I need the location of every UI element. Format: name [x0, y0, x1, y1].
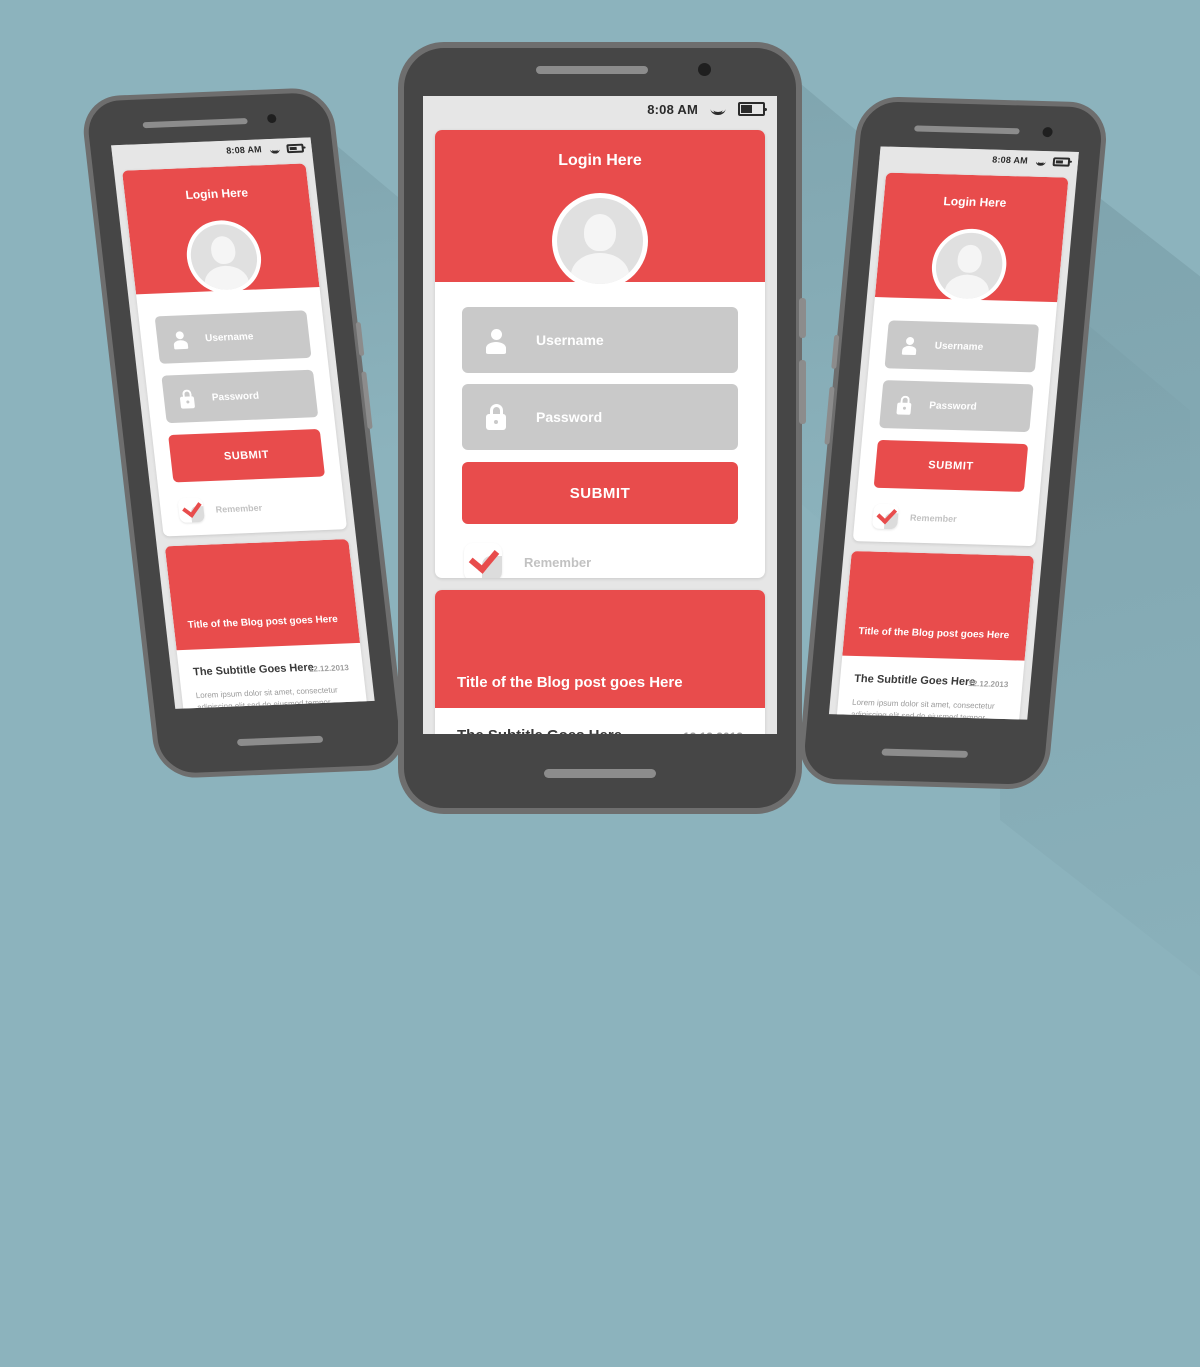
right-submit-button[interactable]: SUBMIT [873, 439, 1029, 492]
center-power-button[interactable] [799, 298, 806, 338]
left-blog-subtitle: The Subtitle Goes Here [192, 661, 315, 679]
right-password-field[interactable]: Password [879, 380, 1034, 433]
right-remember-checkbox[interactable] [871, 503, 900, 530]
left-submit-button[interactable]: SUBMIT [168, 428, 326, 483]
mockup-stage: 8:08 AM Login Here Username Password SUB… [0, 0, 1200, 1367]
center-earpiece-icon [536, 66, 648, 74]
submit-button[interactable]: SUBMIT [462, 462, 738, 524]
right-remember-row[interactable]: Remember [871, 503, 958, 531]
center-login-card: Login Here Username Password SUBMIT Reme… [435, 130, 765, 578]
left-submit-label: SUBMIT [223, 448, 270, 463]
avatar [557, 198, 643, 284]
right-blog-subtitle: The Subtitle Goes Here [853, 672, 976, 689]
lock-icon [896, 395, 912, 415]
left-username-field[interactable]: Username [154, 310, 312, 364]
right-status-bar: 8:08 AM [878, 146, 1079, 172]
wifi-icon [268, 144, 280, 154]
left-login-card: Login Here Username Password SUBMIT Reme… [121, 163, 348, 537]
submit-button-label: SUBMIT [569, 484, 631, 502]
right-password-placeholder: Password [928, 399, 978, 413]
remember-row[interactable]: Remember [464, 543, 591, 578]
battery-icon [286, 143, 305, 153]
center-status-time: 8:08 AM [647, 101, 698, 117]
blog-post-subtitle: The Subtitle Goes Here [457, 727, 622, 734]
center-volume-button[interactable] [799, 360, 806, 424]
right-submit-label: SUBMIT [927, 459, 975, 473]
left-password-field[interactable]: Password [161, 369, 319, 424]
left-phone-mockup: 8:08 AM Login Here Username Password SUB… [79, 86, 409, 780]
person-icon [901, 336, 918, 356]
battery-icon [738, 102, 767, 116]
center-phone-mockup: 8:08 AM Login Here Username Password SUB… [398, 42, 806, 814]
right-remember-label: Remember [909, 512, 958, 524]
blog-post-card[interactable]: Title of the Blog post goes Here The Sub… [435, 590, 765, 734]
center-camera-icon [698, 63, 711, 76]
password-field[interactable]: Password [462, 384, 738, 450]
left-blog-card-header [164, 539, 361, 651]
right-status-time: 8:08 AM [991, 154, 1029, 166]
left-remember-checkbox[interactable] [177, 497, 206, 523]
blog-post-title: Title of the Blog post goes Here [457, 674, 683, 691]
right-blog-card-header [842, 550, 1035, 661]
right-username-field[interactable]: Username [884, 320, 1040, 373]
lock-icon [179, 388, 196, 409]
right-blog-card[interactable]: Title of the Blog post goes Here The Sub… [833, 550, 1035, 720]
battery-icon [1052, 156, 1071, 167]
right-phone-mockup: 8:08 AM Login Here Username Password SUB… [796, 95, 1110, 791]
remember-checkbox[interactable] [464, 543, 502, 578]
wifi-icon [710, 103, 726, 116]
left-remember-row[interactable]: Remember [177, 495, 263, 523]
username-placeholder: Username [536, 332, 604, 348]
right-login-card: Login Here Username Password SUBMIT Reme… [852, 172, 1069, 547]
right-blog-date: 12.12.2013 [967, 679, 1009, 690]
search-like-username-field[interactable]: Username [462, 307, 738, 373]
right-username-placeholder: Username [934, 340, 984, 353]
left-status-time: 8:08 AM [225, 144, 263, 156]
wifi-icon [1035, 156, 1047, 166]
lock-icon [486, 404, 506, 430]
remember-label: Remember [524, 554, 592, 570]
page-title: Login Here [558, 152, 642, 169]
left-password-placeholder: Password [211, 390, 260, 403]
blog-post-date: 12.12.2013 [683, 730, 743, 734]
left-remember-label: Remember [215, 502, 263, 515]
left-blog-card[interactable]: Title of the Blog post goes Here The Sub… [164, 539, 372, 709]
person-icon [172, 330, 189, 350]
password-placeholder: Password [536, 409, 603, 425]
center-home-bar [544, 769, 656, 778]
left-username-placeholder: Username [204, 330, 254, 344]
center-status-bar: 8:08 AM [423, 96, 777, 122]
person-icon [486, 328, 506, 354]
center-phone-screen: 8:08 AM Login Here Username Password SUB… [423, 96, 777, 734]
left-blog-date: 12.12.2013 [308, 663, 350, 674]
